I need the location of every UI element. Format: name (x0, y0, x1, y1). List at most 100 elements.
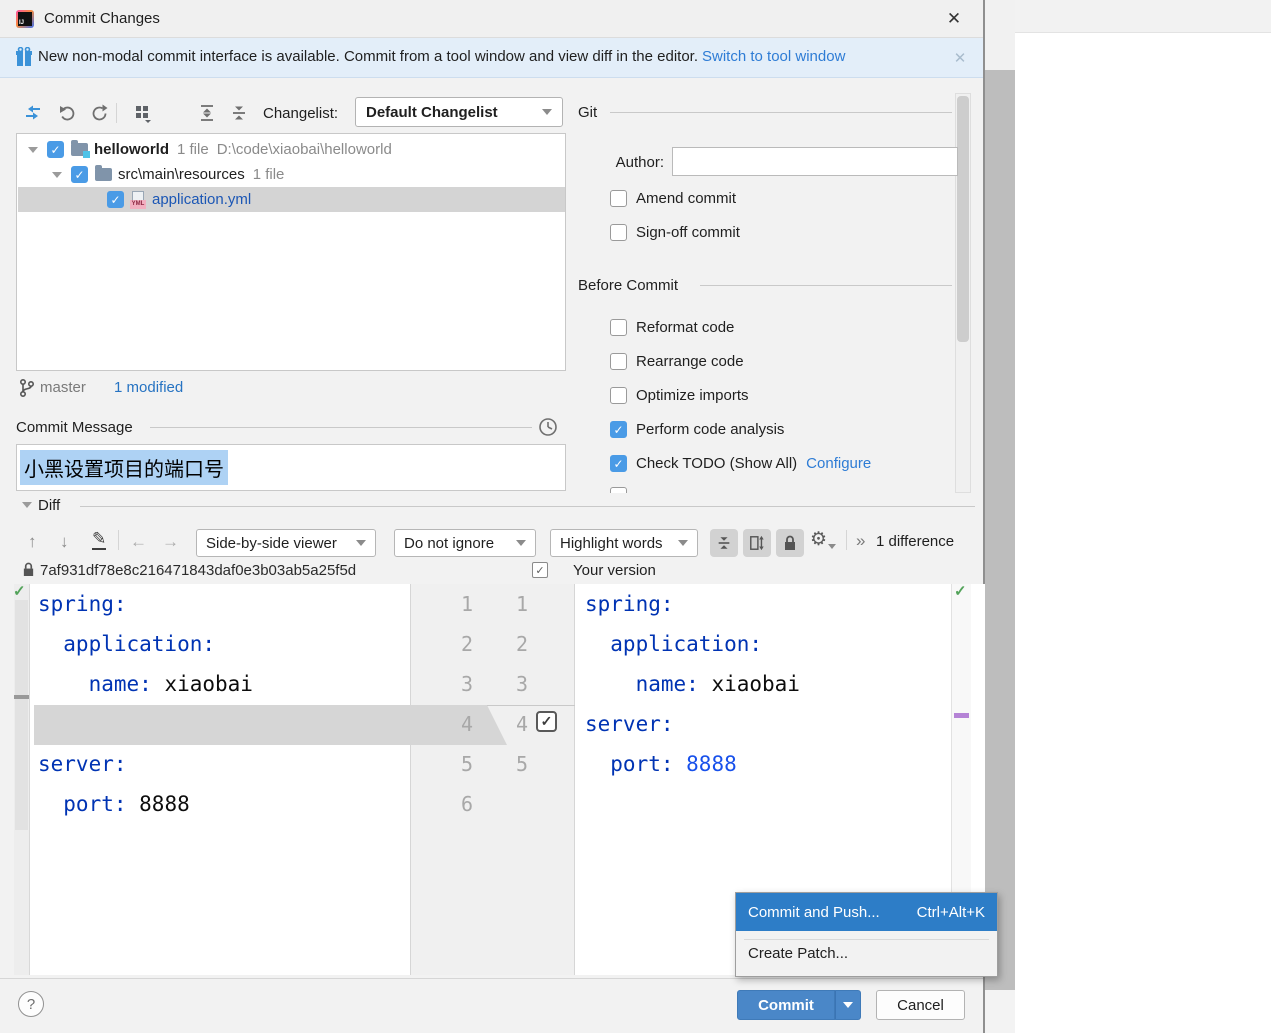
sync-scroll-icon (750, 535, 764, 551)
your-version-label: Your version (573, 562, 656, 579)
checkbox-resources[interactable]: ✓ (71, 166, 88, 183)
highlight-policy-dropdown[interactable]: Highlight words (550, 529, 698, 557)
lock-icon (785, 535, 795, 550)
code-line: server: (38, 752, 127, 776)
commit-options-popup: Commit and Push... Ctrl+Alt+K Create Pat… (735, 892, 998, 977)
git-group-title: Git (578, 104, 598, 121)
optimize-imports-checkbox[interactable]: ✓ (610, 387, 627, 404)
lock-scroll-toggle[interactable] (776, 529, 804, 557)
include-all-changes-checkbox[interactable]: ✓ (532, 562, 548, 578)
commit-options-arrow-button[interactable] (835, 990, 861, 1020)
revision-hash: 7af931df78e8c216471843daf0e3b03ab5a25f5d (40, 562, 357, 579)
banner-message: New non-modal commit interface is availa… (38, 48, 846, 65)
amend-commit-checkbox[interactable]: ✓ (610, 190, 627, 207)
signoff-commit-option[interactable]: ✓ Sign-off commit (610, 224, 740, 241)
commit-button[interactable]: Commit (737, 990, 835, 1020)
whitespace-policy-dropdown[interactable]: Do not ignore (394, 529, 536, 557)
compare-previous-file-icon[interactable]: ← (130, 533, 147, 550)
next-difference-icon[interactable]: ↓ (60, 533, 69, 550)
line-number: 2 (460, 632, 473, 656)
cancel-button[interactable]: Cancel (876, 990, 965, 1020)
chevron-down-icon[interactable] (28, 146, 38, 153)
message-history-icon[interactable] (538, 417, 558, 437)
rearrange-code-option[interactable]: ✓ Rearrange code (610, 353, 744, 370)
divider (610, 112, 952, 113)
signoff-commit-checkbox[interactable]: ✓ (610, 224, 627, 241)
background-window-edge (985, 70, 1015, 990)
group-by-icon[interactable] (132, 102, 154, 124)
viewer-mode-dropdown[interactable]: Side-by-side viewer (196, 529, 376, 557)
code-line: port: 8888 (38, 792, 190, 816)
chevron-down-icon[interactable] (52, 171, 62, 178)
code-analysis-option[interactable]: ✓ Perform code analysis (610, 421, 784, 438)
check-todo-option[interactable]: ✓ Check TODO (Show All) Configure (610, 455, 871, 472)
commit-message-input[interactable]: 小黑设置项目的端口号 (16, 444, 566, 491)
collapse-all-icon[interactable] (228, 102, 250, 124)
changed-files-tree: ✓ helloworld 1 file D:\code\xiaobai\hell… (16, 133, 566, 371)
show-diff-icon[interactable] (22, 102, 44, 124)
notification-banner: New non-modal commit interface is availa… (0, 38, 983, 78)
diff-settings-button[interactable]: ⚙ (810, 529, 837, 550)
code-line: server: (585, 712, 674, 736)
previous-difference-icon[interactable]: ↑ (28, 533, 37, 550)
commit-changes-dialog: IJ Commit Changes ✕ New non-modal commit… (0, 0, 985, 1033)
code-line: port: 8888 (585, 752, 737, 776)
sync-scroll-toggle[interactable] (743, 529, 771, 557)
clipped-checkbox[interactable] (610, 487, 627, 493)
expand-all-icon[interactable] (196, 102, 218, 124)
menu-item-create-patch[interactable]: Create Patch... (748, 945, 848, 962)
collapse-unchanged-toggle[interactable] (710, 529, 738, 557)
difference-count: 1 difference (876, 533, 955, 550)
yml-file-icon: YML (130, 190, 146, 209)
switch-to-tool-window-link[interactable]: Switch to tool window (702, 48, 845, 65)
modified-count-link[interactable]: 1 modified (114, 379, 183, 396)
reformat-code-checkbox[interactable]: ✓ (610, 319, 627, 336)
tree-row-application-yml[interactable]: ✓ YML application.yml (18, 187, 565, 212)
author-input[interactable] (672, 147, 958, 176)
gear-icon: ⚙ (810, 529, 828, 550)
line-number: 2 (515, 632, 528, 656)
diff-collapse-icon[interactable] (22, 502, 32, 508)
checkbox-helloworld[interactable]: ✓ (47, 141, 64, 158)
check-todo-checkbox[interactable]: ✓ (610, 455, 627, 472)
close-icon[interactable]: ✕ (941, 7, 967, 31)
reformat-code-option[interactable]: ✓ Reformat code (610, 319, 734, 336)
tree-row-resources[interactable]: ✓ src\main\resources 1 file (18, 162, 565, 187)
checkbox-application-yml[interactable]: ✓ (107, 191, 124, 208)
divider (80, 506, 975, 507)
line-number: 5 (460, 752, 473, 776)
clipped-option[interactable] (610, 487, 627, 493)
toolbar-separator (116, 103, 117, 123)
collapse-unchanged-icon (718, 537, 730, 549)
menu-shortcut: Ctrl+Alt+K (916, 903, 985, 921)
code-line: application: (38, 632, 216, 656)
refresh-icon[interactable] (88, 102, 110, 124)
code-analysis-checkbox[interactable]: ✓ (610, 421, 627, 438)
line-number: 1 (515, 592, 528, 616)
banner-close-icon[interactable]: ✕ (949, 47, 971, 69)
background-window-topbar (1015, 0, 1271, 33)
code-line: spring: (585, 592, 674, 616)
rearrange-code-checkbox[interactable]: ✓ (610, 353, 627, 370)
menu-item-commit-and-push[interactable]: Commit and Push... Ctrl+Alt+K (736, 893, 997, 931)
left-editor-scrollbar[interactable] (14, 584, 30, 975)
chevron-down-icon (356, 540, 366, 546)
chevron-down-icon (828, 544, 837, 549)
compare-next-file-icon[interactable]: → (162, 533, 179, 550)
no-problems-icon-left: ✓ (13, 583, 26, 600)
optimize-imports-option[interactable]: ✓ Optimize imports (610, 387, 749, 404)
tree-row-helloworld[interactable]: ✓ helloworld 1 file D:\code\xiaobai\hell… (18, 137, 565, 162)
changelist-label: Changelist: (263, 105, 339, 122)
chevron-down-icon (678, 540, 688, 546)
changelist-dropdown[interactable]: Default Changelist (355, 97, 563, 127)
configure-todo-link[interactable]: Configure (806, 455, 871, 472)
line-number: 3 (460, 672, 473, 696)
dialog-titlebar[interactable]: IJ Commit Changes ✕ (0, 0, 983, 38)
amend-commit-option[interactable]: ✓ Amend commit (610, 190, 736, 207)
rollback-icon[interactable] (56, 102, 78, 124)
diff-left-editor[interactable]: spring: application: name: xiaobai serve… (30, 584, 410, 975)
overflow-chevrons-icon[interactable]: » (856, 532, 865, 549)
include-change-checkbox[interactable]: ✓ (536, 711, 557, 732)
edit-source-icon[interactable]: ✎ (92, 530, 107, 550)
help-button[interactable]: ? (18, 991, 44, 1017)
